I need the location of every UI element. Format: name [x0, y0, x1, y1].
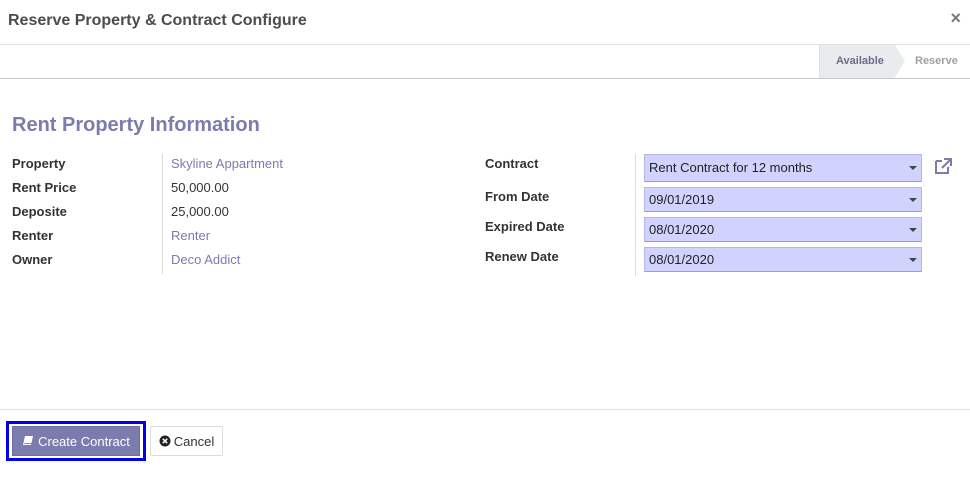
rent-price-label: Rent Price — [12, 180, 77, 195]
renew-date-field[interactable]: 08/01/2020 — [644, 247, 922, 272]
property-link[interactable]: Skyline Appartment — [171, 156, 283, 171]
section-title: Rent Property Information — [12, 114, 260, 136]
stage-arrow — [895, 45, 905, 77]
renter-link[interactable]: Renter — [171, 228, 210, 243]
renew-date-value: 08/01/2020 — [649, 252, 715, 267]
deposite-value: 25,000.00 — [171, 204, 229, 219]
right-separator — [635, 154, 636, 276]
chevron-down-icon — [909, 257, 917, 262]
owner-link[interactable]: Deco Addict — [171, 252, 240, 267]
times-circle-icon — [159, 435, 171, 447]
chevron-down-icon — [909, 166, 917, 170]
left-separator — [162, 154, 163, 274]
from-date-label: From Date — [485, 189, 550, 204]
contract-select-value: Rent Contract for 12 months — [649, 160, 813, 175]
close-icon[interactable]: × — [950, 9, 961, 27]
dialog-title: Reserve Property & Contract Configure — [8, 12, 307, 29]
chevron-down-icon — [909, 197, 917, 202]
chevron-down-icon — [909, 227, 917, 232]
owner-label: Owner — [12, 252, 53, 267]
renew-date-label: Renew Date — [485, 249, 559, 264]
stage-reserve[interactable]: Reserve — [905, 45, 958, 78]
create-contract-button[interactable]: Create Contract — [12, 426, 140, 456]
dialog-header: Reserve Property & Contract Configure × — [0, 0, 970, 45]
contract-select[interactable]: Rent Contract for 12 months — [644, 154, 922, 182]
from-date-field[interactable]: 09/01/2019 — [644, 187, 922, 212]
rent-price-value: 50,000.00 — [171, 180, 229, 195]
deposite-label: Deposite — [12, 204, 67, 219]
create-contract-label: Create Contract — [38, 433, 130, 449]
book-icon — [23, 436, 34, 445]
status-bar: Available Reserve — [0, 45, 970, 79]
renter-label: Renter — [12, 228, 54, 243]
from-date-value: 09/01/2019 — [649, 192, 715, 207]
expired-date-value: 08/01/2020 — [649, 222, 715, 237]
expired-date-label: Expired Date — [485, 219, 565, 234]
contract-label: Contract — [485, 156, 539, 171]
external-link-icon[interactable] — [933, 157, 953, 175]
cancel-label: Cancel — [173, 433, 215, 449]
stage-available[interactable]: Available — [819, 45, 895, 78]
cancel-button[interactable]: Cancel — [150, 426, 223, 456]
property-label: Property — [12, 156, 66, 171]
expired-date-field[interactable]: 08/01/2020 — [644, 217, 922, 242]
